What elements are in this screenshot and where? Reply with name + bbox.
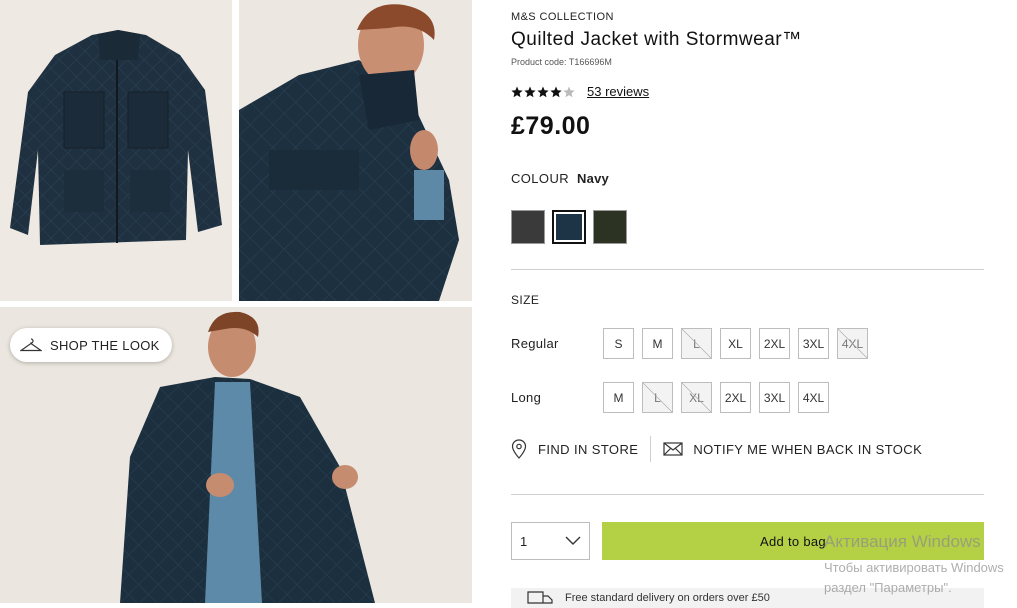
jacket-flat-illustration <box>10 30 222 245</box>
size-option-long-xl[interactable]: XL <box>681 382 712 413</box>
size-row-regular: S M L XL 2XL 3XL 4XL <box>603 328 868 359</box>
size-option-regular-s[interactable]: S <box>603 328 634 359</box>
model-closeup-illustration <box>239 4 459 301</box>
location-pin-icon <box>511 439 527 459</box>
size-row-label-long: Long <box>511 390 542 405</box>
watermark-line3: раздел "Параметры". <box>824 580 952 595</box>
colour-swatches <box>511 210 627 244</box>
add-to-bag-label: Add to bag <box>760 533 826 549</box>
hanger-icon <box>20 338 42 352</box>
selected-colour: Navy <box>577 171 609 186</box>
divider <box>511 269 984 270</box>
find-in-store-link[interactable]: FIND IN STORE <box>538 442 638 457</box>
product-image-closeup[interactable] <box>239 0 472 301</box>
colour-label: COLOUR Navy <box>511 171 609 186</box>
product-price: £79.00 <box>511 112 591 140</box>
swatch-fill <box>512 211 544 243</box>
colour-swatch-navy[interactable] <box>552 210 586 244</box>
size-option-regular-3xl[interactable]: 3XL <box>798 328 829 359</box>
chevron-down-icon <box>565 536 581 545</box>
size-option-regular-l[interactable]: L <box>681 328 712 359</box>
product-title: Quilted Jacket with Stormwear™ <box>511 29 802 50</box>
store-actions: FIND IN STORE NOTIFY ME WHEN BACK IN STO… <box>511 436 922 462</box>
star-rating <box>511 86 575 98</box>
windows-activation-watermark: Активация Windows Чтобы активировать Win… <box>824 532 1004 598</box>
size-option-long-2xl[interactable]: 2XL <box>720 382 751 413</box>
rating-summary: 53 reviews <box>511 84 649 99</box>
star-icon <box>537 86 549 97</box>
star-icon <box>563 86 575 97</box>
brand-label: M&S COLLECTION <box>511 11 614 23</box>
reviews-link[interactable]: 53 reviews <box>587 84 649 99</box>
colour-swatch-charcoal[interactable] <box>511 210 545 244</box>
quantity-value: 1 <box>520 533 528 549</box>
size-option-regular-2xl[interactable]: 2XL <box>759 328 790 359</box>
watermark-line1: Активация Windows <box>824 532 981 551</box>
size-option-long-3xl[interactable]: 3XL <box>759 382 790 413</box>
notify-me-link[interactable]: NOTIFY ME WHEN BACK IN STOCK <box>693 442 922 457</box>
divider <box>511 494 984 495</box>
size-option-long-l[interactable]: L <box>642 382 673 413</box>
watermark-line2: Чтобы активировать Windows <box>824 560 1004 575</box>
quantity-select[interactable]: 1 <box>511 522 590 560</box>
star-icon <box>524 86 536 97</box>
swatch-fill <box>594 211 626 243</box>
envelope-icon <box>663 442 683 456</box>
size-option-long-m[interactable]: M <box>603 382 634 413</box>
product-image-flat[interactable] <box>0 0 232 301</box>
size-option-regular-m[interactable]: M <box>642 328 673 359</box>
product-code: Product code: T166696M <box>511 57 612 67</box>
size-row-long: M L XL 2XL 3XL 4XL <box>603 382 829 413</box>
colour-label-text: COLOUR <box>511 171 570 186</box>
swatch-fill <box>556 214 582 240</box>
shop-the-look-button[interactable]: SHOP THE LOOK <box>10 328 172 362</box>
size-option-regular-4xl[interactable]: 4XL <box>837 328 868 359</box>
star-icon <box>550 86 562 97</box>
star-icon <box>511 86 523 97</box>
size-option-long-4xl[interactable]: 4XL <box>798 382 829 413</box>
size-label: SIZE <box>511 293 540 307</box>
colour-swatch-khaki[interactable] <box>593 210 627 244</box>
delivery-text: Free standard delivery on orders over £5… <box>565 592 770 604</box>
store-divider <box>650 436 652 462</box>
shop-the-look-label: SHOP THE LOOK <box>50 337 160 353</box>
size-option-regular-xl[interactable]: XL <box>720 328 751 359</box>
size-row-label-regular: Regular <box>511 336 559 351</box>
